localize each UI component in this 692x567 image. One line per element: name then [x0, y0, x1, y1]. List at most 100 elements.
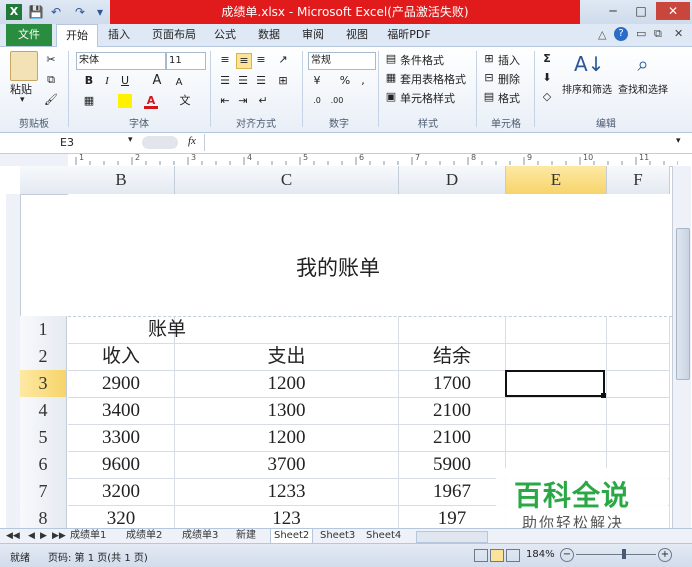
tab-view[interactable]: 视图	[340, 24, 374, 46]
number-format-combo[interactable]: 常规	[308, 52, 376, 70]
fill-icon[interactable]: ⬇	[540, 71, 554, 85]
cell-b1[interactable]: 账单	[68, 316, 186, 344]
row-header-2[interactable]: 2	[20, 343, 67, 371]
formula-bar-divider[interactable]	[142, 136, 178, 149]
font-size-combo[interactable]: 11	[166, 52, 206, 70]
insert-cells-button[interactable]: 插入	[498, 52, 520, 68]
cell-b3[interactable]: 2900	[68, 370, 175, 398]
shrink-font-button[interactable]: A	[172, 76, 186, 90]
format-table-icon[interactable]: ▦	[384, 71, 398, 85]
close-button[interactable]: ✕	[656, 2, 690, 20]
sort-filter-button[interactable]: 排序和筛选	[562, 81, 612, 96]
cell-e2[interactable]	[506, 343, 607, 371]
borders-icon[interactable]: ▦	[82, 94, 96, 108]
format-as-table-button[interactable]: 套用表格格式	[400, 71, 466, 87]
tab-review[interactable]: 审阅	[296, 24, 330, 46]
cell-e1[interactable]	[506, 316, 607, 344]
minimize-button[interactable]: ─	[600, 2, 626, 20]
wrap-text-icon[interactable]: ↵	[256, 94, 270, 108]
cell-c4[interactable]: 1300	[175, 397, 399, 425]
select-all-button[interactable]	[20, 166, 69, 195]
cell-c6[interactable]: 3700	[175, 451, 399, 479]
cell-e5[interactable]	[506, 424, 607, 452]
cell-b7[interactable]: 3200	[68, 478, 175, 506]
cell-f4[interactable]	[607, 397, 670, 425]
sheet-tab-3[interactable]: 成绩单3	[182, 529, 218, 543]
cell-c5[interactable]: 1200	[175, 424, 399, 452]
cell-f5[interactable]	[607, 424, 670, 452]
normal-view-icon[interactable]	[474, 549, 488, 562]
italic-button[interactable]: I	[100, 74, 114, 88]
customize-qat-icon[interactable]: ▾	[92, 4, 108, 20]
cell-c7[interactable]: 1233	[175, 478, 399, 506]
horizontal-scrollbar[interactable]	[416, 531, 488, 543]
page-layout-view-icon[interactable]	[490, 549, 504, 562]
active-cell-e3[interactable]	[505, 370, 605, 397]
insert-cells-icon[interactable]: ⊞	[482, 52, 496, 66]
tab-page-layout[interactable]: 页面布局	[146, 24, 202, 46]
zoom-slider-track[interactable]	[576, 554, 656, 555]
row-header-7[interactable]: 7	[20, 478, 67, 506]
insert-function-button[interactable]: fx	[188, 135, 196, 147]
cell-b4[interactable]: 3400	[68, 397, 175, 425]
tab-file[interactable]: 文件	[6, 24, 52, 46]
row-header-1[interactable]: 1	[20, 316, 67, 344]
orientation-icon[interactable]: ↗	[276, 53, 290, 67]
conditional-format-icon[interactable]: ▤	[384, 52, 398, 66]
column-header-b[interactable]: B	[68, 166, 175, 195]
row-header-3[interactable]: 3	[20, 370, 67, 398]
merge-center-icon[interactable]: ⊞	[276, 74, 290, 88]
cell-e4[interactable]	[506, 397, 607, 425]
save-icon[interactable]: 💾	[28, 4, 44, 20]
tab-insert[interactable]: 插入	[102, 24, 136, 46]
currency-icon[interactable]: ¥	[310, 74, 324, 88]
zoom-in-button[interactable]: +	[658, 548, 672, 562]
cell-d3[interactable]: 1700	[399, 370, 506, 398]
undo-icon[interactable]: ↶	[48, 4, 64, 20]
zoom-out-button[interactable]: −	[560, 548, 574, 562]
name-box[interactable]: E3	[6, 135, 136, 150]
cell-d2[interactable]: 结余	[399, 343, 506, 371]
phonetic-button[interactable]: 文	[178, 94, 192, 108]
grow-font-button[interactable]: A	[150, 74, 164, 88]
increase-indent-icon[interactable]: ⇥	[236, 94, 250, 108]
fill-handle[interactable]	[601, 393, 606, 398]
expand-formula-icon[interactable]: ▾	[676, 136, 681, 146]
redo-icon[interactable]: ↷	[72, 4, 88, 20]
cell-d6[interactable]: 5900	[399, 451, 506, 479]
cell-f3[interactable]	[607, 370, 670, 398]
cell-b6[interactable]: 9600	[68, 451, 175, 479]
align-center-icon[interactable]: ☰	[236, 74, 250, 88]
comma-button[interactable]: ,	[356, 74, 370, 88]
vertical-scroll-thumb[interactable]	[676, 228, 690, 380]
align-top-icon[interactable]: ≡	[218, 53, 232, 67]
cell-styles-button[interactable]: 单元格样式	[400, 90, 455, 106]
decrease-decimal-icon[interactable]: .00	[330, 94, 344, 108]
sheet-tab-active[interactable]: Sheet2	[270, 529, 314, 544]
cell-b2[interactable]: 收入	[68, 343, 175, 371]
font-name-combo[interactable]: 宋体	[76, 52, 166, 70]
format-painter-icon[interactable]: 🖌	[44, 93, 58, 107]
align-right-icon[interactable]: ☰	[254, 74, 268, 88]
first-sheet-icon[interactable]: ◀◀	[6, 529, 20, 543]
maximize-button[interactable]: □	[628, 2, 654, 20]
tab-home[interactable]: 开始	[56, 24, 98, 47]
delete-cells-button[interactable]: 删除	[498, 71, 520, 87]
align-left-icon[interactable]: ☰	[218, 74, 232, 88]
column-header-d[interactable]: D	[399, 166, 506, 195]
zoom-slider-thumb[interactable]	[622, 549, 626, 559]
cell-d7[interactable]: 1967	[399, 478, 506, 506]
align-bottom-icon[interactable]: ≡	[254, 53, 268, 67]
cell-c3[interactable]: 1200	[175, 370, 399, 398]
next-sheet-icon[interactable]: ▶	[40, 529, 47, 543]
zoom-level[interactable]: 184%	[526, 549, 555, 560]
sheet-tab-sheet3[interactable]: Sheet3	[320, 529, 355, 543]
row-header-4[interactable]: 4	[20, 397, 67, 425]
cell-d4[interactable]: 2100	[399, 397, 506, 425]
formula-input[interactable]	[204, 134, 675, 151]
sheet-tab-new[interactable]: 新建	[236, 529, 256, 543]
autosum-button[interactable]: Σ	[540, 52, 554, 66]
cell-styles-icon[interactable]: ▣	[384, 90, 398, 104]
cell-c1[interactable]	[175, 316, 399, 344]
percent-button[interactable]: %	[338, 74, 352, 88]
